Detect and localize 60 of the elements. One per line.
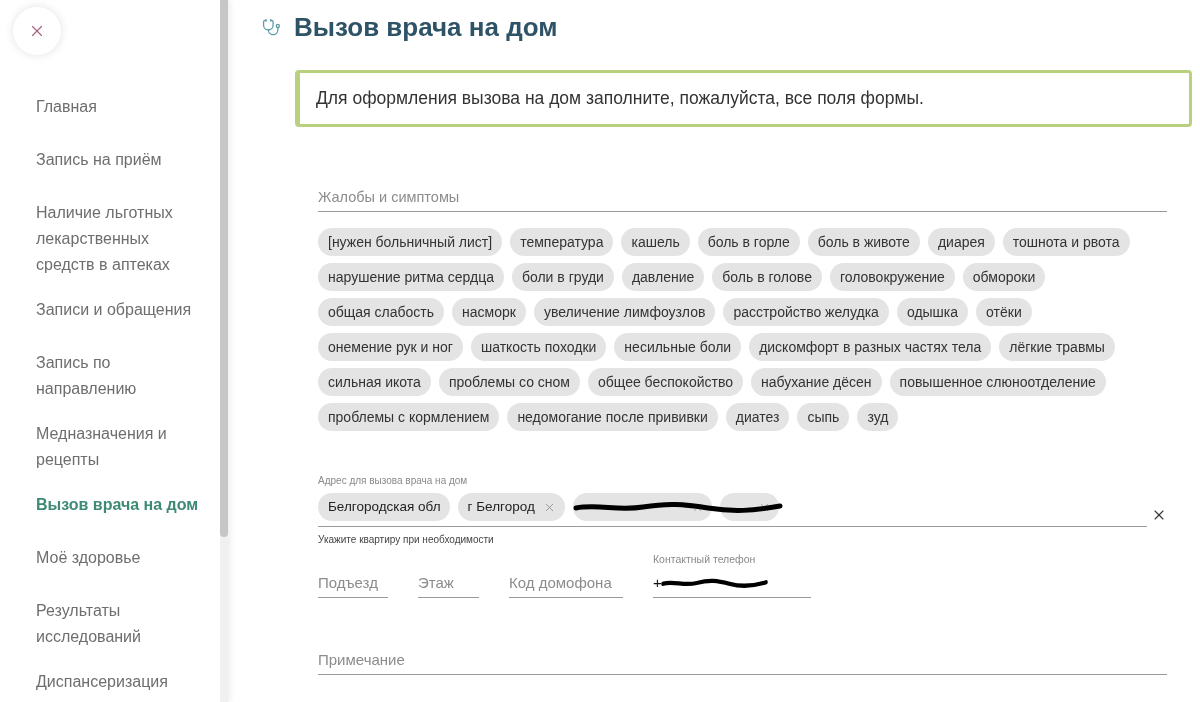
symptom-chip[interactable]: боль в горле <box>697 228 800 256</box>
symptom-chip[interactable]: головокружение <box>829 263 955 291</box>
symptom-chip[interactable]: [нужен больничный лист] <box>318 228 503 256</box>
symptom-chip[interactable]: отёки <box>976 298 1032 326</box>
symptom-chip[interactable]: нарушение ритма сердца <box>318 263 504 291</box>
symptom-chip[interactable]: повышенное слюноотделение <box>889 368 1106 396</box>
symptom-chip[interactable]: боль в животе <box>807 228 920 256</box>
sidebar-item[interactable]: Моё здоровье <box>36 535 206 588</box>
phone-label: Контактный телефон <box>653 552 757 566</box>
sidebar-item[interactable]: Главная <box>36 84 206 137</box>
sidebar-item[interactable]: Запись на приём <box>36 137 206 190</box>
symptom-chip[interactable]: расстройство желудка <box>723 298 889 326</box>
symptom-chip[interactable]: боль в голове <box>712 263 822 291</box>
address-tag[interactable]: Белгородская обл <box>318 493 450 521</box>
symptom-chip[interactable]: сыпь <box>797 403 850 431</box>
symptom-chip[interactable]: одышка <box>896 298 969 326</box>
phone-field[interactable]: + <box>653 568 811 598</box>
sidebar-item[interactable]: Запись по направлению <box>36 340 206 411</box>
info-notice: Для оформления вызова на дом заполните, пожалуйста, все поля формы. <box>295 70 1192 127</box>
page-title: Вызов врача на дом <box>294 11 558 44</box>
address-tag[interactable]: г Белгород <box>457 493 565 521</box>
complaints-field[interactable]: Жалобы и симптомы <box>318 182 1167 212</box>
symptom-chip[interactable]: диатез <box>725 403 790 431</box>
stethoscope-icon <box>262 17 281 37</box>
symptom-chip[interactable]: зуд <box>857 403 899 431</box>
symptom-chip[interactable]: диарея <box>927 228 995 256</box>
symptom-chip[interactable]: насморк <box>452 298 526 326</box>
symptom-chip[interactable]: сильная икота <box>318 368 431 396</box>
symptom-chip[interactable]: проблемы с кормлением <box>318 403 500 431</box>
sidebar-item[interactable]: Результаты исследований <box>36 588 206 659</box>
note-field[interactable]: Примечание <box>318 645 1167 675</box>
symptom-chip[interactable]: обмороки <box>962 263 1046 291</box>
symptom-chip[interactable]: недомогание после прививки <box>507 403 718 431</box>
input-field[interactable]: Подъезд <box>318 568 388 598</box>
sidebar-item[interactable]: Диспансеризация <box>36 659 206 702</box>
address-field[interactable]: Белгородская обл г Белгород <box>318 493 1147 527</box>
symptom-chip[interactable]: общее беспокойство <box>587 368 743 396</box>
sidebar-item[interactable]: Записи и обращения <box>36 287 206 340</box>
address-label: Адрес для вызова врача на дом <box>318 475 469 487</box>
sidebar-item[interactable]: Вызов врача на дом <box>36 482 206 535</box>
symptom-chip[interactable]: дискомфорт в разных частях тела <box>749 333 992 361</box>
symptom-chip[interactable]: несильные боли <box>614 333 742 361</box>
scrollbar[interactable] <box>220 0 228 702</box>
symptom-chip[interactable]: кашель <box>621 228 690 256</box>
symptom-chip[interactable]: температура <box>510 228 614 256</box>
symptom-chip[interactable]: онемение рук и ног <box>318 333 463 361</box>
symptom-chip[interactable]: проблемы со сном <box>438 368 580 396</box>
address-hint: Укажите квартиру при необходимости <box>318 534 495 546</box>
input-field[interactable]: Код домофона <box>509 568 623 598</box>
symptom-chip[interactable]: набухание дёсен <box>751 368 882 396</box>
sidebar-item[interactable]: Наличие льготных лекарственных средств в аптеках <box>36 190 206 287</box>
symptom-chip[interactable]: шаткость походки <box>470 333 607 361</box>
symptom-chip[interactable]: увеличение лимфоузлов <box>533 298 716 326</box>
symptom-chip[interactable]: тошнота и рвота <box>1002 228 1130 256</box>
input-field[interactable]: Этаж <box>418 568 479 598</box>
sidebar-item[interactable]: Медназначения и рецепты <box>36 411 206 482</box>
symptom-chip[interactable]: лёгкие травмы <box>999 333 1115 361</box>
symptom-chip[interactable]: общая слабость <box>318 298 445 326</box>
symptom-chip[interactable]: боли в груди <box>511 263 614 291</box>
symptom-chip[interactable]: давление <box>621 263 705 291</box>
